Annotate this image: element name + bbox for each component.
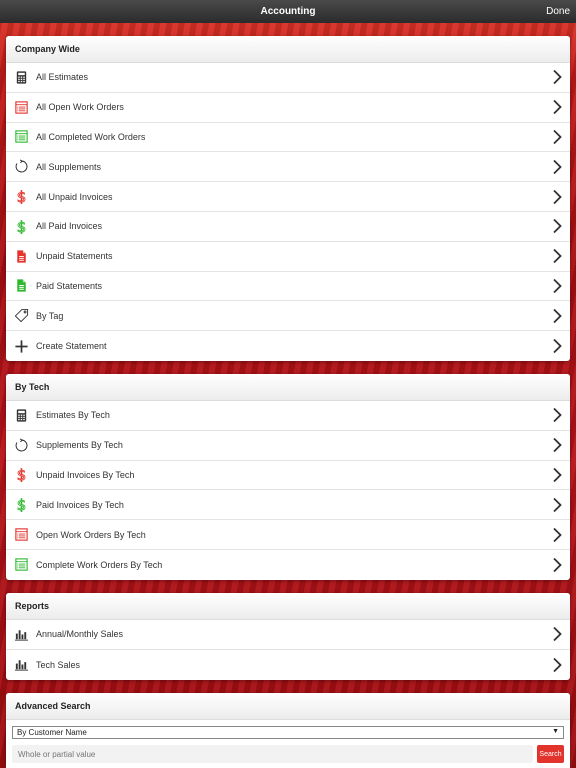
row-all-estimates[interactable]: All Estimates bbox=[6, 63, 570, 93]
row-label: All Supplements bbox=[36, 161, 102, 172]
row-unpaid-invoices-by-tech[interactable]: $ Unpaid Invoices By Tech bbox=[6, 461, 570, 491]
select-value: By Customer Name bbox=[17, 728, 87, 737]
row-label: All Estimates bbox=[36, 72, 89, 83]
dollar-red-icon: $ bbox=[6, 461, 36, 490]
row-label: Complete Work Orders By Tech bbox=[36, 559, 163, 570]
row-supplements-by-tech[interactable]: Supplements By Tech bbox=[6, 431, 570, 461]
row-label: Estimates By Tech bbox=[36, 410, 110, 421]
row-all-completed-work-orders[interactable]: All Completed Work Orders bbox=[6, 123, 570, 153]
row-label: Tech Sales bbox=[36, 659, 81, 670]
done-button[interactable]: Done bbox=[546, 6, 570, 17]
search-input[interactable] bbox=[12, 745, 533, 763]
svg-text:$: $ bbox=[16, 467, 26, 482]
svg-text:$: $ bbox=[16, 189, 26, 204]
chevron-right-icon bbox=[544, 159, 570, 175]
tag-icon bbox=[6, 301, 36, 330]
by-tech-section: By Tech Estimates By Tech Supplements By … bbox=[6, 374, 570, 580]
chevron-right-icon bbox=[544, 278, 570, 294]
chevron-right-icon bbox=[544, 527, 570, 543]
reports-section: Reports Annual/Monthly Sales Tech Sales bbox=[6, 593, 570, 680]
row-label: Open Work Orders By Tech bbox=[36, 529, 146, 540]
dollar-red-icon: $ bbox=[6, 182, 36, 211]
row-by-tag[interactable]: By Tag bbox=[6, 301, 570, 332]
refresh-icon bbox=[6, 152, 36, 181]
row-estimates-by-tech[interactable]: Estimates By Tech bbox=[6, 401, 570, 431]
work-order-red-icon bbox=[6, 520, 36, 549]
row-open-work-orders-by-tech[interactable]: Open Work Orders By Tech bbox=[6, 520, 570, 550]
chevron-right-icon bbox=[544, 557, 570, 573]
row-complete-work-orders-by-tech[interactable]: Complete Work Orders By Tech bbox=[6, 550, 570, 580]
row-label: Unpaid Invoices By Tech bbox=[36, 469, 135, 480]
plus-icon bbox=[6, 331, 36, 361]
chevron-right-icon bbox=[544, 467, 570, 483]
row-paid-invoices-by-tech[interactable]: $ Paid Invoices By Tech bbox=[6, 490, 570, 521]
row-label: Create Statement bbox=[36, 341, 107, 352]
calculator-icon bbox=[6, 63, 36, 92]
chevron-right-icon bbox=[544, 497, 570, 513]
chevron-right-icon bbox=[544, 657, 570, 673]
search-button[interactable]: Search bbox=[537, 745, 564, 763]
row-label: Unpaid Statements bbox=[36, 251, 113, 262]
row-label: All Completed Work Orders bbox=[36, 131, 146, 142]
page-title: Accounting bbox=[260, 6, 316, 17]
section-title: Company Wide bbox=[6, 36, 570, 63]
row-all-paid-invoices[interactable]: $ All Paid Invoices bbox=[6, 212, 570, 242]
chevron-right-icon bbox=[544, 626, 570, 642]
chevron-right-icon bbox=[544, 218, 570, 234]
row-paid-statements[interactable]: Paid Statements bbox=[6, 272, 570, 302]
document-red-icon bbox=[6, 242, 36, 271]
row-all-supplements[interactable]: All Supplements bbox=[6, 152, 570, 183]
svg-text:$: $ bbox=[16, 497, 26, 512]
row-label: All Open Work Orders bbox=[36, 102, 124, 113]
work-order-red-icon bbox=[6, 93, 36, 122]
section-title: Advanced Search bbox=[6, 693, 570, 720]
search-type-select[interactable]: By Customer Name ▼ bbox=[12, 726, 564, 739]
dollar-green-icon: $ bbox=[6, 490, 36, 519]
refresh-icon bbox=[6, 431, 36, 460]
bar-chart-icon bbox=[6, 650, 36, 680]
work-order-green-icon bbox=[6, 123, 36, 152]
dollar-green-icon: $ bbox=[6, 212, 36, 241]
section-title: By Tech bbox=[6, 374, 570, 401]
document-green-icon bbox=[6, 272, 36, 301]
row-label: Annual/Monthly Sales bbox=[36, 629, 124, 640]
chevron-right-icon bbox=[544, 129, 570, 145]
svg-text:$: $ bbox=[16, 219, 26, 234]
row-label: All Unpaid Invoices bbox=[36, 191, 113, 202]
chevron-right-icon bbox=[544, 308, 570, 324]
row-label: Paid Statements bbox=[36, 280, 103, 291]
row-unpaid-statements[interactable]: Unpaid Statements bbox=[6, 242, 570, 272]
row-label: By Tag bbox=[36, 310, 64, 321]
advanced-search-section: Advanced Search By Customer Name ▼ Searc… bbox=[6, 693, 570, 768]
row-label: Supplements By Tech bbox=[36, 440, 123, 451]
chevron-right-icon bbox=[544, 189, 570, 205]
row-all-open-work-orders[interactable]: All Open Work Orders bbox=[6, 93, 570, 123]
chevron-right-icon bbox=[544, 69, 570, 85]
dropdown-arrow-icon: ▼ bbox=[552, 728, 559, 735]
chevron-right-icon bbox=[544, 248, 570, 264]
nav-bar: Accounting Done bbox=[0, 0, 576, 23]
company-wide-section: Company Wide All Estimates All Open Work … bbox=[6, 36, 570, 361]
row-create-statement[interactable]: Create Statement bbox=[6, 331, 570, 361]
row-label: Paid Invoices By Tech bbox=[36, 499, 124, 510]
row-annual-monthly-sales[interactable]: Annual/Monthly Sales bbox=[6, 620, 570, 650]
calculator-icon bbox=[6, 401, 36, 430]
chevron-right-icon bbox=[544, 407, 570, 423]
section-title: Reports bbox=[6, 593, 570, 620]
chevron-right-icon bbox=[544, 99, 570, 115]
chevron-right-icon bbox=[544, 338, 570, 354]
row-all-unpaid-invoices[interactable]: $ All Unpaid Invoices bbox=[6, 182, 570, 212]
work-order-green-icon bbox=[6, 550, 36, 580]
bar-chart-icon bbox=[6, 620, 36, 649]
chevron-right-icon bbox=[544, 437, 570, 453]
row-tech-sales[interactable]: Tech Sales bbox=[6, 650, 570, 680]
row-label: All Paid Invoices bbox=[36, 221, 103, 232]
